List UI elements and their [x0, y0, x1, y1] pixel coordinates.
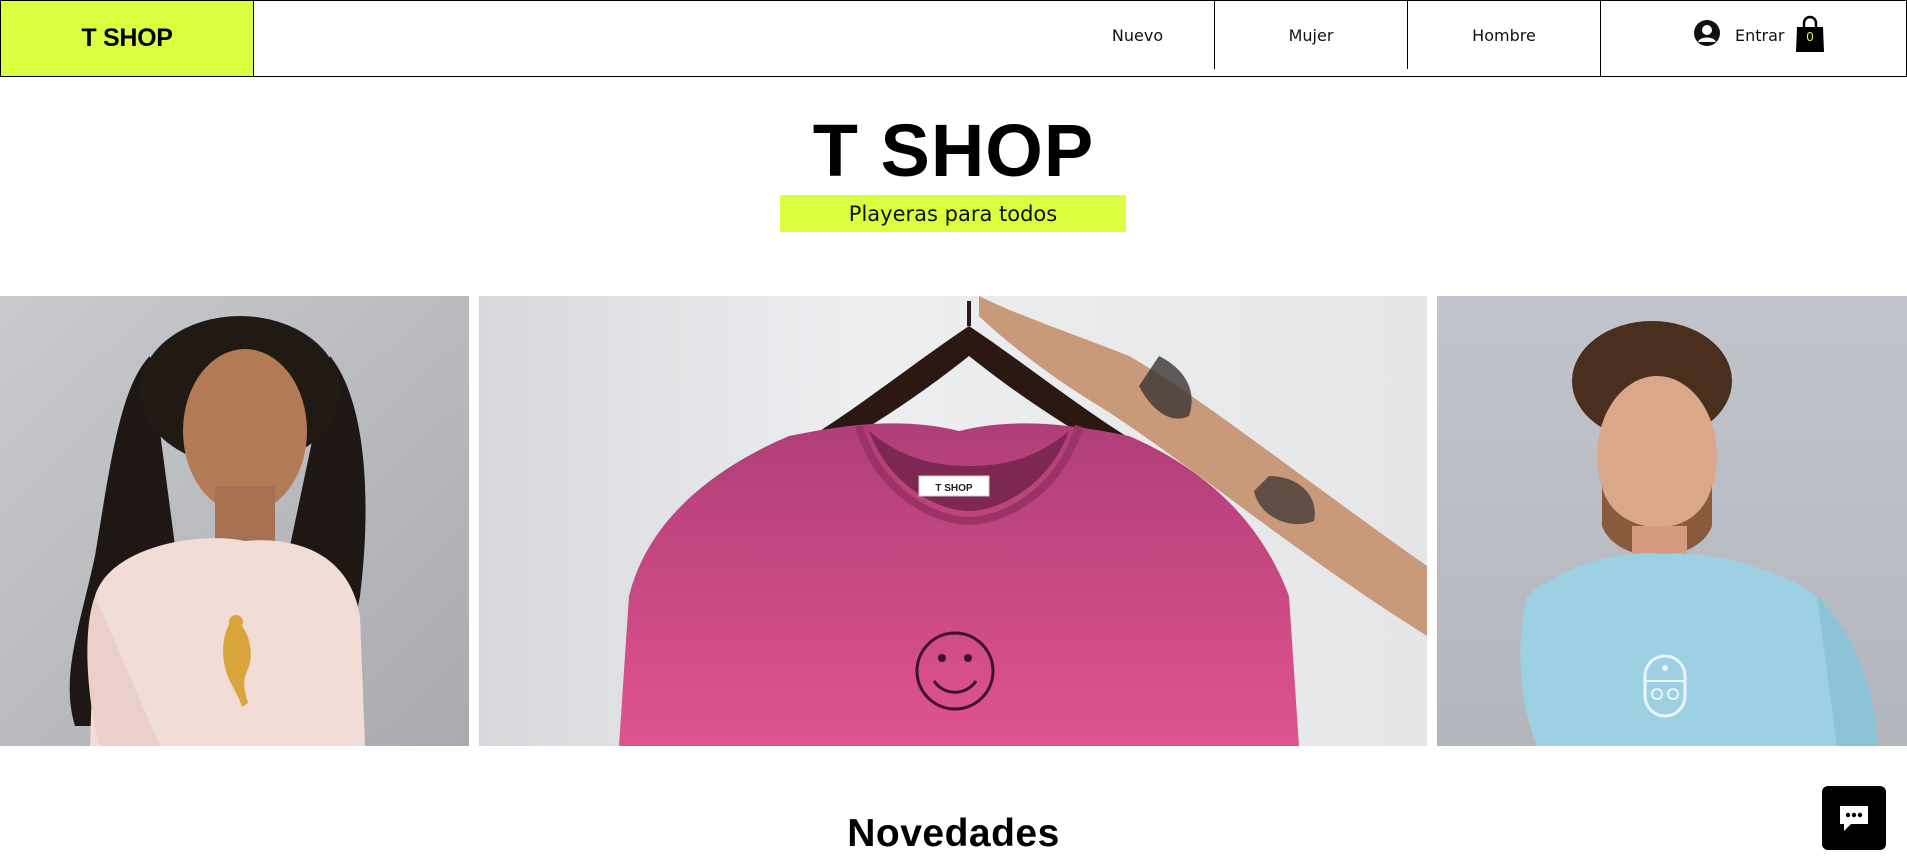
- logo[interactable]: T SHOP: [1, 1, 254, 76]
- cart-count: 0: [1806, 29, 1814, 44]
- woman-photo: [0, 296, 469, 746]
- section-title-novedades: Novedades: [847, 812, 1060, 855]
- nav-item-mujer[interactable]: Mujer: [1214, 1, 1407, 69]
- user-avatar-icon: [1693, 19, 1721, 52]
- man-photo: [1437, 296, 1907, 746]
- nav-item-hombre[interactable]: Hombre: [1407, 1, 1600, 69]
- cart-button[interactable]: 0: [1794, 15, 1826, 53]
- nav-item-nuevo[interactable]: Nuevo: [1041, 1, 1234, 69]
- nav-divider: [1600, 1, 1601, 76]
- chat-button[interactable]: [1822, 786, 1886, 850]
- hero-title: T SHOP: [812, 109, 1095, 192]
- login-label: Entrar: [1735, 25, 1785, 45]
- shirt-label-text: T SHOP: [935, 483, 973, 494]
- hero-tagline: Playeras para todos: [780, 195, 1126, 232]
- chat-bubble-icon: [1840, 806, 1868, 831]
- shirt-on-hanger-photo: T SHOP: [479, 296, 1427, 746]
- login-button[interactable]: Entrar: [1693, 19, 1784, 51]
- site-header: T SHOP Nuevo Mujer Hombre Entrar 0: [0, 0, 1907, 77]
